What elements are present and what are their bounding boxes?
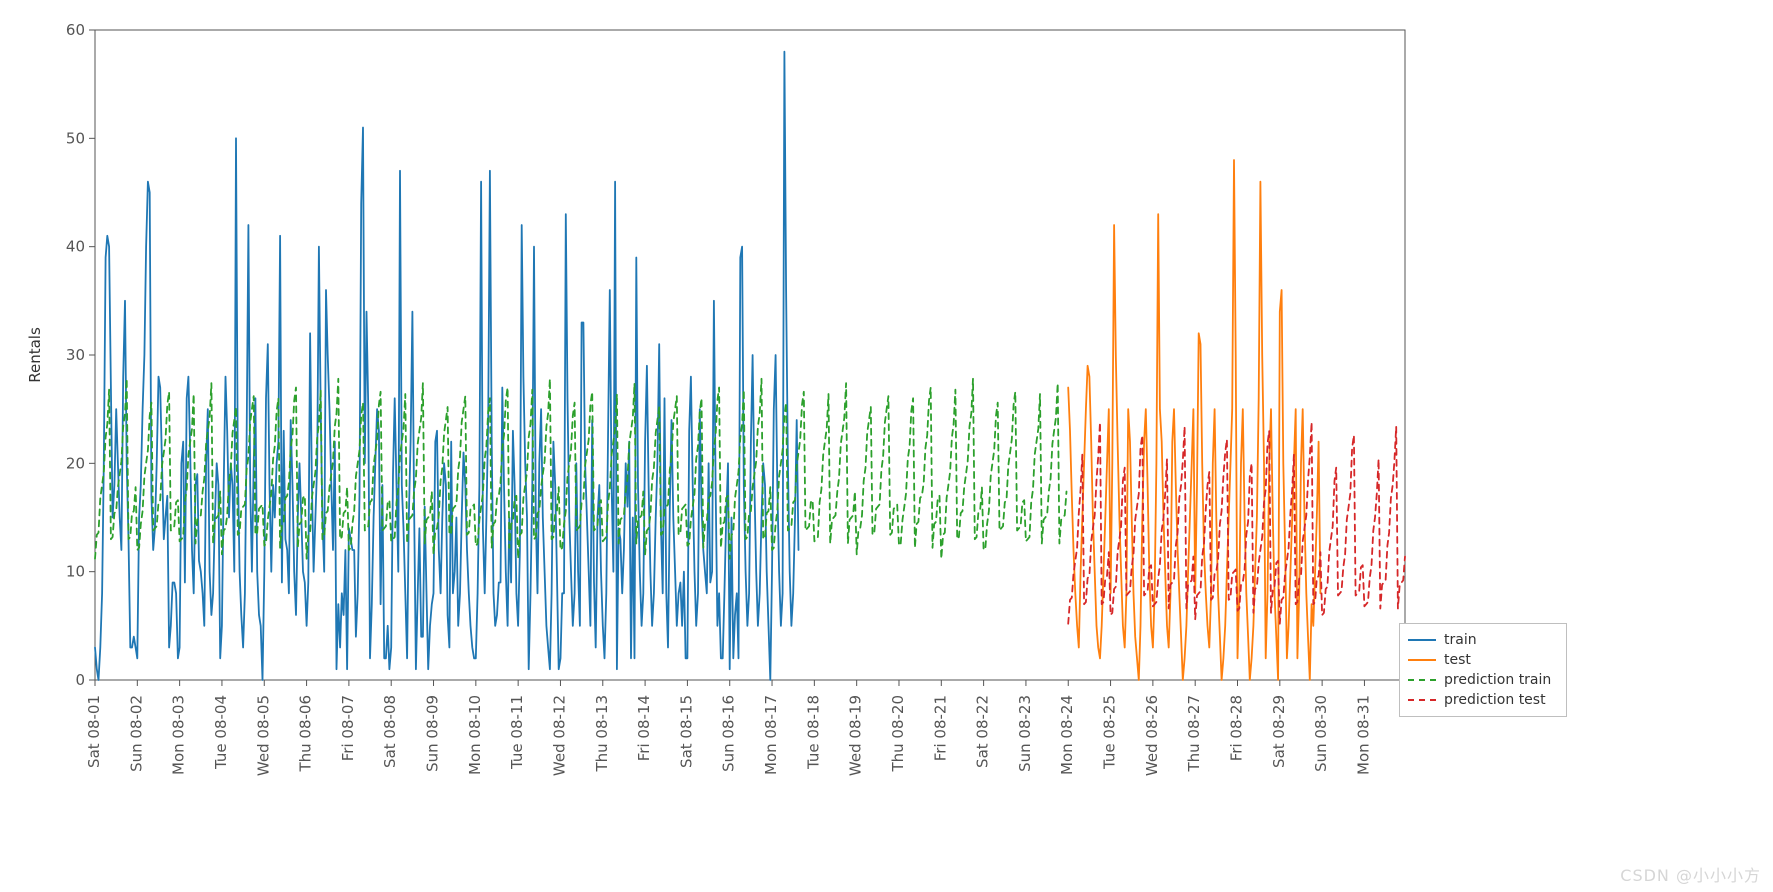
svg-text:Sat 08-15: Sat 08-15 <box>677 695 695 768</box>
svg-text:Sat 08-01: Sat 08-01 <box>85 695 103 768</box>
svg-text:Mon 08-03: Mon 08-03 <box>170 695 188 775</box>
svg-text:Sat 08-29: Sat 08-29 <box>1270 695 1288 768</box>
legend-swatch-pred-test <box>1408 699 1436 701</box>
legend-swatch-train <box>1408 639 1436 641</box>
svg-text:Sat 08-22: Sat 08-22 <box>974 695 992 768</box>
legend-label: prediction train <box>1444 672 1551 688</box>
svg-text:Mon 08-31: Mon 08-31 <box>1354 695 1372 775</box>
svg-text:Fri 08-28: Fri 08-28 <box>1228 695 1246 761</box>
svg-text:Mon 08-17: Mon 08-17 <box>762 695 780 775</box>
svg-text:0: 0 <box>75 671 85 689</box>
svg-text:Tue 08-18: Tue 08-18 <box>804 695 822 770</box>
legend-label: prediction test <box>1444 692 1546 708</box>
svg-text:Sat 08-08: Sat 08-08 <box>381 695 399 768</box>
svg-text:Tue 08-25: Tue 08-25 <box>1101 695 1119 770</box>
svg-text:Fri 08-14: Fri 08-14 <box>635 695 653 761</box>
svg-text:Sun 08-30: Sun 08-30 <box>1312 695 1330 772</box>
svg-text:10: 10 <box>66 563 85 581</box>
svg-text:20: 20 <box>66 454 85 472</box>
legend-swatch-test <box>1408 659 1436 661</box>
chart-container: 0 10 20 30 40 50 60 Rentals Sat 08-01 Sun 08-02 Mo… <box>0 0 1773 892</box>
svg-text:Tue 08-11: Tue 08-11 <box>508 695 526 770</box>
chart-svg: 0 10 20 30 40 50 60 Rentals Sat 08-01 Sun 08-02 Mo… <box>0 0 1773 892</box>
svg-text:Sun 08-16: Sun 08-16 <box>720 695 738 772</box>
svg-text:Wed 08-05: Wed 08-05 <box>254 695 272 776</box>
svg-text:Thu 08-27: Thu 08-27 <box>1185 695 1203 773</box>
svg-text:Thu 08-20: Thu 08-20 <box>889 695 907 773</box>
svg-text:Wed 08-12: Wed 08-12 <box>550 695 568 776</box>
svg-text:Thu 08-06: Thu 08-06 <box>297 695 315 773</box>
svg-text:Mon 08-10: Mon 08-10 <box>466 695 484 775</box>
svg-text:Mon 08-24: Mon 08-24 <box>1058 695 1076 775</box>
svg-text:Thu 08-13: Thu 08-13 <box>593 695 611 773</box>
legend-item-pred-train: prediction train <box>1408 670 1558 690</box>
svg-text:50: 50 <box>66 129 85 147</box>
legend-label: test <box>1444 652 1471 668</box>
svg-text:Sun 08-09: Sun 08-09 <box>424 695 442 772</box>
svg-text:Wed 08-19: Wed 08-19 <box>847 695 865 776</box>
legend-swatch-pred-train <box>1408 679 1436 681</box>
legend: train test prediction train prediction t… <box>1399 623 1567 717</box>
legend-item-pred-test: prediction test <box>1408 690 1558 710</box>
svg-text:Sun 08-23: Sun 08-23 <box>1016 695 1034 772</box>
svg-text:Rentals: Rentals <box>26 327 44 383</box>
svg-text:40: 40 <box>66 238 85 256</box>
legend-item-test: test <box>1408 650 1558 670</box>
svg-text:Fri 08-07: Fri 08-07 <box>339 695 357 761</box>
svg-text:Sun 08-02: Sun 08-02 <box>127 695 145 772</box>
legend-item-train: train <box>1408 630 1558 650</box>
svg-text:Wed 08-26: Wed 08-26 <box>1143 695 1161 776</box>
svg-text:Tue 08-04: Tue 08-04 <box>212 695 230 770</box>
watermark: CSDN @小小小方 <box>1620 862 1761 886</box>
svg-text:Fri 08-21: Fri 08-21 <box>931 695 949 761</box>
svg-text:30: 30 <box>66 346 85 364</box>
svg-text:60: 60 <box>66 21 85 39</box>
legend-label: train <box>1444 632 1477 648</box>
